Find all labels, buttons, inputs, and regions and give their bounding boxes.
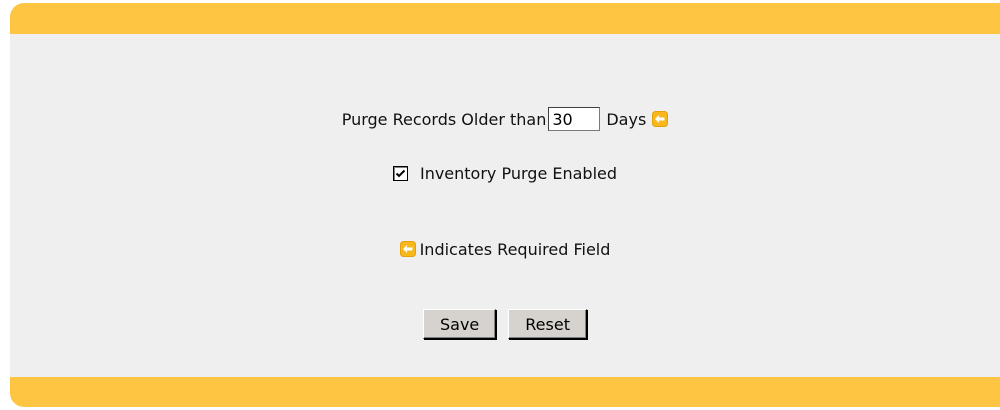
required-field-arrow-icon — [652, 111, 669, 127]
purge-settings-panel: Purge Records Older than Days Inventory … — [10, 3, 1000, 407]
checkmark-icon — [395, 169, 406, 177]
footer-bar — [10, 377, 1000, 407]
required-field-arrow-icon — [399, 241, 416, 257]
required-legend: Indicates Required Field — [10, 234, 1000, 264]
purge-form: Purge Records Older than Days Inventory … — [10, 3, 1000, 407]
inventory-purge-label: Inventory Purge Enabled — [419, 163, 618, 183]
required-legend-text: Indicates Required Field — [419, 239, 611, 259]
inventory-purge-row: Inventory Purge Enabled — [10, 158, 1000, 188]
inventory-purge-checkbox[interactable] — [392, 165, 408, 181]
reset-button[interactable]: Reset — [508, 309, 587, 339]
save-button[interactable]: Save — [423, 309, 497, 339]
purge-label-prefix: Purge Records Older than — [341, 109, 547, 129]
form-actions: Save Reset — [10, 308, 1000, 340]
purge-label-suffix: Days — [606, 109, 647, 129]
purge-days-row: Purge Records Older than Days — [10, 104, 1000, 134]
purge-days-input[interactable] — [548, 107, 601, 131]
